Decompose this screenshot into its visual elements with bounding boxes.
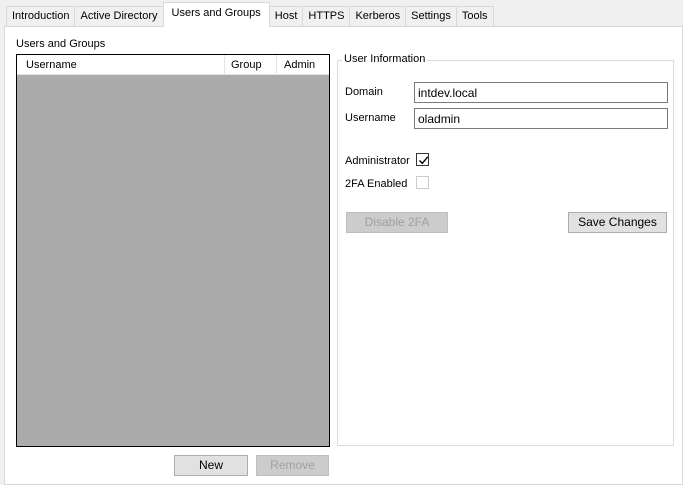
disable-2fa-button[interactable]: Disable 2FA bbox=[346, 212, 448, 233]
username-label: Username bbox=[345, 112, 396, 124]
remove-button[interactable]: Remove bbox=[256, 455, 329, 476]
domain-label: Domain bbox=[345, 86, 383, 98]
administrator-checkbox[interactable] bbox=[416, 153, 429, 166]
tab-active-directory[interactable]: Active Directory bbox=[74, 6, 164, 26]
tab-https[interactable]: HTTPS bbox=[302, 6, 351, 26]
users-list-view[interactable]: Username Group Admin bbox=[16, 54, 330, 447]
tab-tools[interactable]: Tools bbox=[455, 6, 494, 26]
tab-strip: Introduction Active Directory Users and … bbox=[6, 2, 494, 27]
user-information-title: User Information bbox=[342, 53, 428, 65]
twofa-checkbox[interactable] bbox=[416, 176, 429, 189]
column-header-group[interactable]: Group bbox=[225, 55, 277, 75]
column-header-username[interactable]: Username bbox=[17, 55, 225, 75]
checkmark-icon bbox=[419, 156, 429, 165]
tab-host[interactable]: Host bbox=[268, 6, 304, 26]
tab-settings[interactable]: Settings bbox=[405, 6, 457, 26]
domain-field[interactable] bbox=[414, 82, 668, 103]
twofa-label: 2FA Enabled bbox=[345, 178, 408, 190]
tab-kerberos[interactable]: Kerberos bbox=[349, 6, 407, 26]
list-header: Username Group Admin bbox=[17, 55, 329, 75]
column-header-admin[interactable]: Admin bbox=[277, 55, 329, 75]
username-field[interactable] bbox=[414, 108, 668, 129]
tab-users-and-groups[interactable]: Users and Groups bbox=[162, 2, 270, 27]
tab-introduction[interactable]: Introduction bbox=[6, 6, 76, 26]
administrator-label: Administrator bbox=[345, 155, 410, 167]
new-button[interactable]: New bbox=[174, 455, 248, 476]
users-groups-label: Users and Groups bbox=[16, 38, 106, 50]
save-changes-button[interactable]: Save Changes bbox=[568, 212, 667, 233]
